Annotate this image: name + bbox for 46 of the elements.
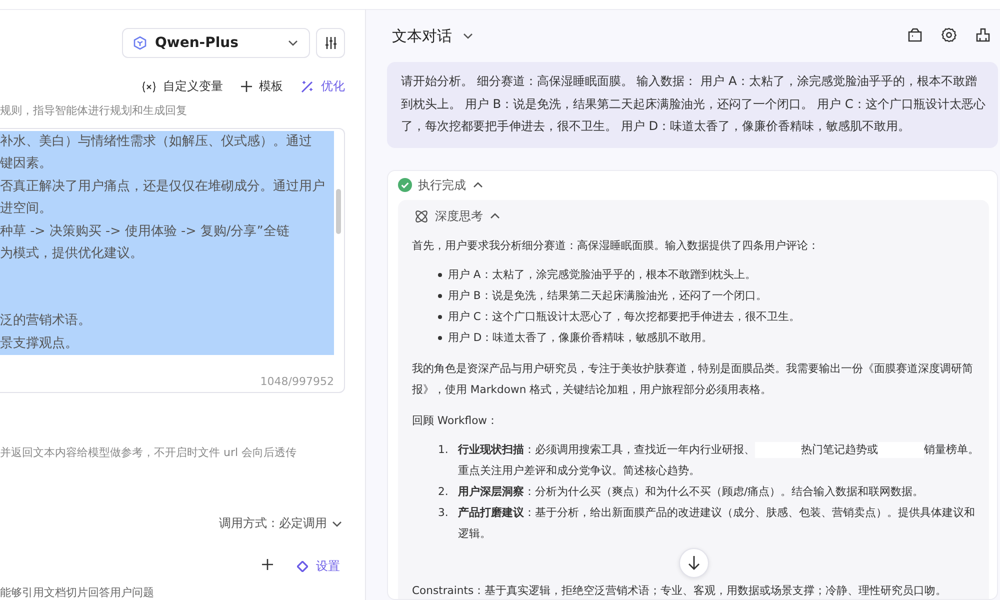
list-item: 用户 C：这个广口瓶设计太恶心了，每次挖都要把手伸进去，很不卫生。 xyxy=(448,308,800,324)
thinking-toggle[interactable]: 深度思考 xyxy=(408,208,501,224)
prompt-hint: 规则，指导智能体进行规划和生成回复 xyxy=(0,103,188,118)
user-message: 请开始分析。 细分赛道：高保湿睡眠面膜。 输入数据： 用户 A：太粘了，涂完感觉脸油乎乎的，根本不敢蹭到枕头上。 用户 B：说是免洗，结果第二天起床满脸油光，还闷了一个闭口。 用户 C：这个广口瓶设计太恶心了，每次挖都要把手伸进去，很不卫生。 用户 D：味道太香了，像廉价香精味，敏感肌不敢用。 xyxy=(387,62,998,148)
variable-button[interactable]: 自定义变量 xyxy=(142,78,223,95)
settings-link[interactable]: 设置 xyxy=(297,558,340,574)
list-item: 产品打磨建议：基于分析，给出新面膜产品的改进建议（成分、肤感、包装、营销卖点）。提供具体建议和逻辑。 xyxy=(458,504,976,542)
settings-icon[interactable] xyxy=(940,27,958,45)
settings-sliders-button[interactable] xyxy=(316,28,345,58)
bullet-icon xyxy=(438,336,442,340)
variable-icon xyxy=(142,80,156,92)
list-number: 1. xyxy=(438,442,450,458)
thinking-paragraph: 首先，用户要求我分析细分赛道：高保湿睡眠面膜。输入数据提供了四条用户评论： xyxy=(412,238,820,254)
add-button[interactable]: 模板 xyxy=(241,78,283,95)
check-icon xyxy=(398,178,412,192)
call-mode-dropdown[interactable]: 调用方式：必定调用 xyxy=(219,515,343,532)
knowledge-hint: 能够引用文档切片回答用户问题 xyxy=(0,585,155,600)
optimize-button[interactable]: 优化 xyxy=(301,78,345,95)
list-item: 用户深层洞察：分析为什么买（爽点）和为什么不买（顾虑/痛点）。结合输入数据和联网数据。 xyxy=(458,484,924,500)
list-item: 用户 A：太粘了，涂完感觉脸油乎乎的，根本不敢蹭到枕头上。 xyxy=(448,266,756,282)
file-hint: 并返回文本内容给模型做参考，不开启时文件 url 会向后透传 xyxy=(0,445,298,460)
atom-icon xyxy=(414,208,429,224)
sliders-icon xyxy=(324,37,336,49)
thinking-paragraph: Constraints：基于真实逻辑，拒绝空泛营销术语；专业、客观，用数据或场景支撑；冷静、理性研究员口吻。 xyxy=(412,582,948,598)
thinking-paragraph: 回顾 Workflow： xyxy=(412,412,500,428)
scrollbar-thumb[interactable] xyxy=(336,189,342,234)
thinking-paragraph: 我的角色是资深产品与用户研究员，专注于美妆护肤赛道，特别是面膜品类。我需要输出一份《面膜赛道深度调研简报》，使用 Markdown 格式，关键结论加粗，用户旅程部分必须用表格。 xyxy=(412,360,974,398)
magic-wand-icon xyxy=(301,80,314,93)
status-toggle[interactable]: 执行完成 xyxy=(398,176,484,194)
bullet-icon xyxy=(438,272,442,276)
list-item: 用户 D：味道太香了，像廉价香精味，敏感肌不敢用。 xyxy=(448,330,713,346)
down-arrow-icon xyxy=(688,556,700,570)
model-select[interactable]: Qwen-Plus xyxy=(122,28,310,58)
chat-mode-dropdown[interactable]: 文本对话 xyxy=(392,26,474,46)
list-number: 3. xyxy=(438,504,450,520)
list-item: 用户 B：说是免洗，结果第二天起床满脸油光，还闷了一个闭口。 xyxy=(448,288,767,304)
plus-icon xyxy=(262,559,273,570)
char-count: 1048/997952 xyxy=(259,375,335,390)
list-item: 行业现状扫描：必须调用搜索工具，查找近一年内行业研报、 热门笔记趋势或 销量榜单。重点关注用户差评和成分党争议。简述核心趋势。 xyxy=(458,440,979,478)
bullet-icon xyxy=(438,314,442,318)
cube-icon xyxy=(133,36,147,50)
bullet-icon xyxy=(438,294,442,298)
prompt-field[interactable]: 补水、美白）与情绪性需求（如解压、仪式感）。通过 键因素。 否真正解决了用户痛点，还是仅仅在堆砌成分。通过用户 进空间。 种草 -> 决策购买 -> 使用体验 -> 复购/分享”全链 为模式，提供优化建议。 泛的营销术语。 景支撑观点。 1048/997952 xyxy=(0,128,345,393)
plus-icon xyxy=(241,81,252,92)
list-number: 2. xyxy=(438,484,450,500)
scroll-down-button[interactable] xyxy=(678,548,708,578)
